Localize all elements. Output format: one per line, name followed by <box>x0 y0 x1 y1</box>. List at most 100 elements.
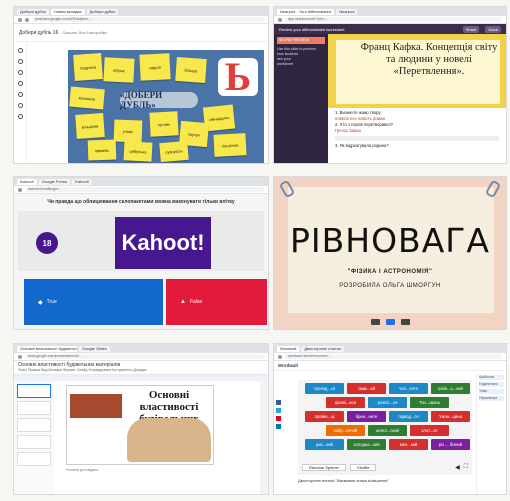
sticky-note[interactable]: більше <box>175 56 207 84</box>
answer-true-button[interactable]: ◆ True <box>24 279 163 325</box>
done-button[interactable]: Done <box>485 25 501 33</box>
sticky-note[interactable]: малюнок <box>69 86 105 110</box>
shape-icon[interactable] <box>17 103 23 108</box>
slide-thumbnail[interactable] <box>17 418 51 432</box>
slides-menubar: Основні властивості будівельних матеріал… <box>14 361 268 375</box>
worksheet-questions[interactable]: 1. Визначте жанр твору: новела есе повіс… <box>332 108 502 163</box>
appbar-menu[interactable]: Скачать Фон Настройки <box>62 30 106 35</box>
sticky-note[interactable]: подушка <box>73 53 103 81</box>
eraser-icon[interactable] <box>17 59 23 64</box>
url-input[interactable]: wordwall.net/uk/resource/... <box>285 354 502 359</box>
facebook-icon[interactable] <box>276 400 281 405</box>
sound-icon[interactable]: ◀ <box>455 464 460 471</box>
fullscreen-icon[interactable]: ⛶ <box>464 464 468 471</box>
word-tile[interactable]: Тон...Шань <box>410 397 449 408</box>
sticky-note[interactable]: кутник <box>149 111 179 137</box>
browser-tab[interactable]: Google Forms <box>38 178 71 185</box>
random-spinner-button[interactable]: Random Spinner <box>302 464 347 471</box>
sticky-note[interactable]: суворість <box>159 140 189 163</box>
menu-row[interactable]: Файл Правка Вид Вставка Формат Слайд Упо… <box>18 368 264 372</box>
slide-thumbnail[interactable] <box>17 384 51 398</box>
word-tile[interactable]: промін...ці <box>305 411 344 422</box>
word-tile[interactable]: різ ... бізний <box>431 439 470 450</box>
back-icon[interactable] <box>18 17 22 22</box>
panel-button[interactable]: Параметри <box>479 396 504 401</box>
twitter-icon[interactable] <box>276 408 281 413</box>
select-icon[interactable] <box>17 70 23 75</box>
browser-tab[interactable]: Kahoot! <box>17 178 37 185</box>
word-tile[interactable]: хабр...овчий <box>326 425 365 436</box>
word-tile[interactable]: злот...ся <box>410 425 449 436</box>
url-input[interactable]: docs.google.com/presentation/d/... <box>25 354 264 359</box>
share-button[interactable]: Share <box>462 25 480 33</box>
word-tile[interactable]: брин...ните <box>347 411 386 422</box>
word-tile[interactable]: смак...ий <box>347 383 386 394</box>
linkedin-icon[interactable] <box>276 424 281 429</box>
jam-canvas[interactable]: подушка вітряк сядьте більше малюнок сім… <box>68 50 264 163</box>
word-tile[interactable]: підвод...ся <box>389 411 428 422</box>
play-icon[interactable] <box>385 319 395 325</box>
sticky-note[interactable]: цибулька <box>123 141 153 162</box>
editor-toolbar[interactable] <box>335 136 499 141</box>
answer-false-button[interactable]: ▲ False <box>166 279 267 325</box>
panel-button[interactable]: Поділитися <box>479 382 504 387</box>
url-input[interactable]: kahoot.it/challenge/... <box>25 187 264 192</box>
browser-tab[interactable]: Nearpod <box>336 8 358 15</box>
browser-tab[interactable]: Google Slides <box>79 345 110 352</box>
sticky-note[interactable]: вітряк <box>103 57 135 83</box>
word-tile[interactable]: рис...кий <box>305 439 344 450</box>
browser-tab[interactable]: Новая вкладка <box>50 8 85 15</box>
back-icon[interactable] <box>278 17 282 22</box>
word-tile[interactable]: ангел...ский <box>368 425 407 436</box>
url-input[interactable]: jamboard.google.com/d/1hAqNew... <box>32 17 264 22</box>
browser-tab[interactable]: Kahoot! <box>72 178 92 185</box>
reload-icon[interactable] <box>25 17 29 22</box>
sticky-note-icon[interactable] <box>17 81 23 86</box>
doc-title[interactable]: Добери дубль 16 <box>19 30 58 36</box>
word-tile[interactable]: Ужан...цина <box>431 411 470 422</box>
sticky-note[interactable]: кільцями <box>75 113 105 139</box>
slide-author: РОЗРОБИЛА ОЛЬГА ШМОРГУН <box>339 283 441 289</box>
slide-subtitle: "ФІЗИКА І АСТРОНОМІЯ" <box>347 269 433 275</box>
word-tile[interactable]: троянд...ся <box>305 383 344 394</box>
shuffle-button[interactable]: Shuffle <box>350 464 377 471</box>
word-tile[interactable]: чон...ачте <box>389 383 428 394</box>
slide-title: РІВНОВАГА <box>290 221 490 260</box>
speaker-notes[interactable]: Нотатки доповідача <box>66 468 98 472</box>
sticky-note[interactable]: гільзочка <box>213 133 247 157</box>
browser-tab-strip: Добери дубль Новая вкладка Добери дубль <box>14 7 268 16</box>
next-icon[interactable] <box>400 319 410 325</box>
pinterest-icon[interactable] <box>276 416 281 421</box>
browser-tab[interactable]: Основні властивості будівельних <box>17 345 77 352</box>
jamboard-window: Добери дубль Новая вкладка Добери дубль … <box>13 6 269 164</box>
slide-thumbnail[interactable] <box>17 435 51 449</box>
word-tile[interactable]: Ірпін...ь...кий <box>431 383 470 394</box>
word-tile[interactable]: розпіс...ся <box>368 397 407 408</box>
back-icon[interactable] <box>278 354 282 359</box>
prev-icon[interactable] <box>370 319 380 325</box>
brand-logo[interactable]: Wordwall <box>278 363 298 368</box>
panel-button[interactable]: Теми <box>479 389 504 394</box>
back-icon[interactable] <box>18 187 22 192</box>
slide-canvas[interactable]: Основні властивості будівельних матеріал… <box>66 385 214 465</box>
panel-button[interactable]: Шаблони <box>479 375 504 380</box>
image-icon[interactable] <box>17 92 23 97</box>
url-input[interactable]: app.nearpod.com/?pin=... <box>285 17 502 22</box>
word-tile[interactable]: холодна...кий <box>347 439 386 450</box>
browser-tab[interactable]: Wordwall <box>277 345 300 352</box>
browser-tab[interactable]: Nearpod - Your differentiated <box>277 8 335 15</box>
sticky-note[interactable]: промінь <box>87 139 117 161</box>
slide-thumbnail[interactable] <box>17 401 51 415</box>
sticky-note[interactable]: учнях <box>113 119 143 143</box>
back-icon[interactable] <box>18 354 22 359</box>
topbar-title: Review your differentiated worksheet <box>279 26 345 32</box>
browser-tab[interactable]: Двосторонні плитки <box>301 345 344 352</box>
word-tile[interactable]: мен...кий <box>389 439 428 450</box>
pen-icon[interactable] <box>17 48 23 53</box>
slide-thumbnail[interactable] <box>17 452 51 466</box>
sticky-note[interactable]: сядьте <box>139 53 171 81</box>
word-tile[interactable]: цікаві...ися <box>326 397 365 408</box>
text-icon[interactable] <box>17 114 23 119</box>
browser-tab[interactable]: Добери дубль <box>17 8 49 15</box>
browser-tab[interactable]: Добери дубль <box>86 8 119 15</box>
